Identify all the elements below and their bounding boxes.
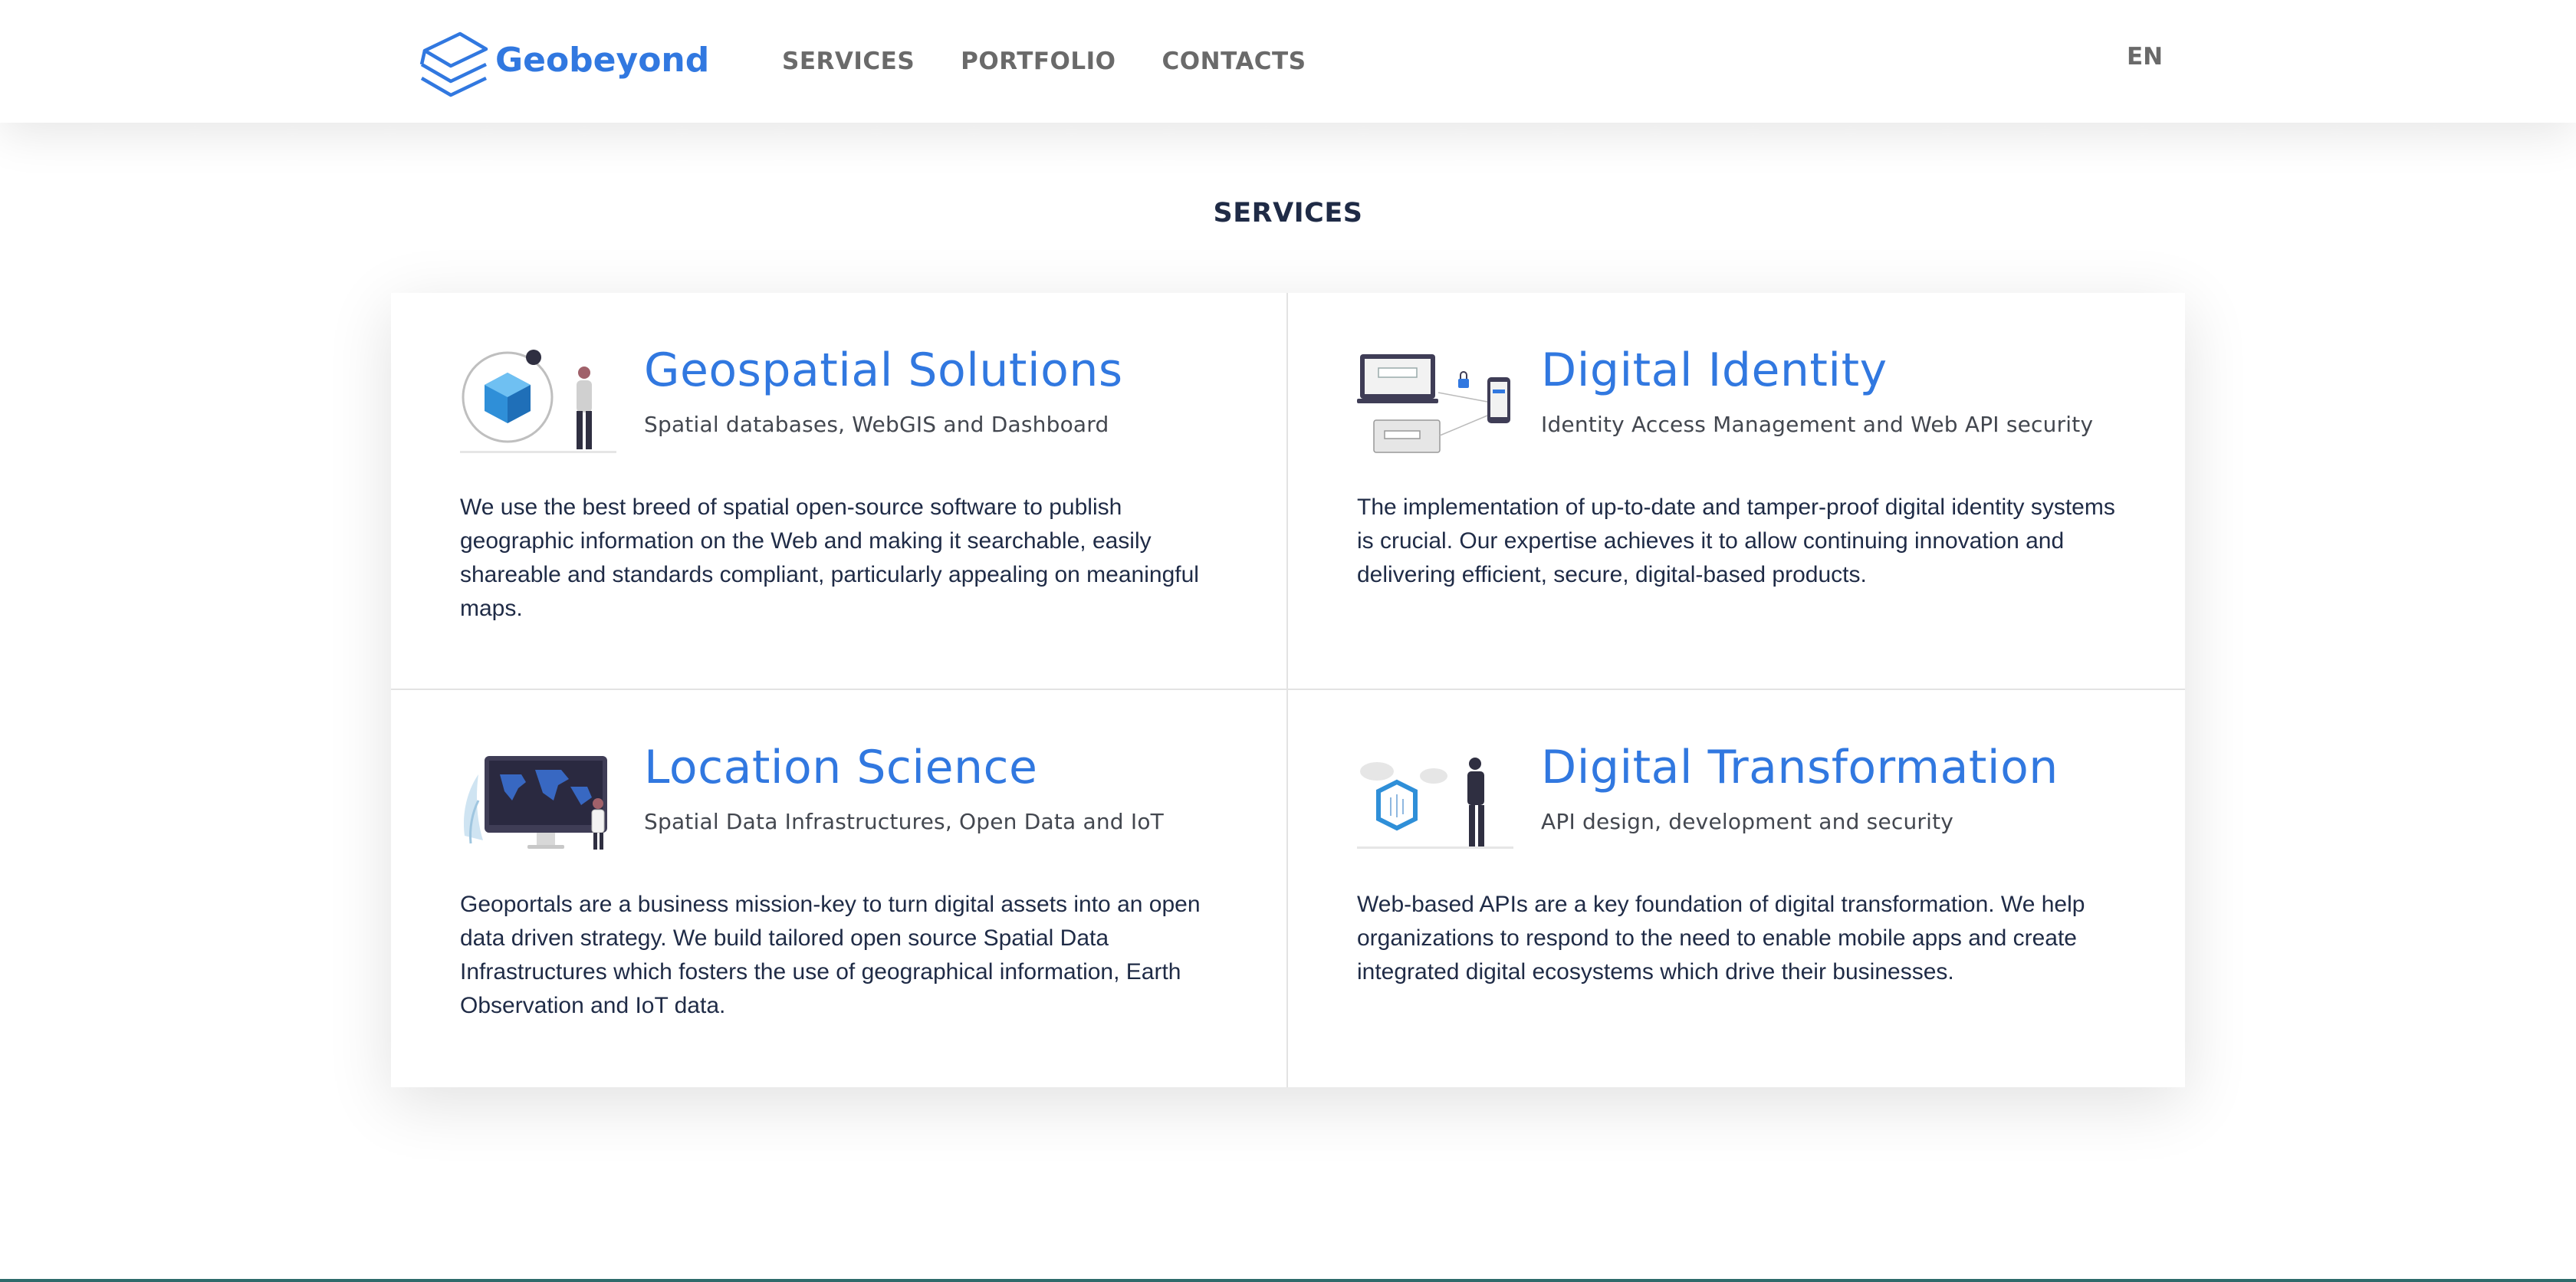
- location-illustration: [463, 756, 607, 850]
- brand-logo[interactable]: Geobeyond: [411, 20, 709, 100]
- nav-contacts[interactable]: CONTACTS: [1162, 48, 1306, 75]
- geospatial-illustration: [460, 350, 616, 453]
- footer-divider: [0, 1279, 2576, 1282]
- service-card-identity: Digital Identity Identity Access Managem…: [1288, 293, 2185, 690]
- brand-name: Geobeyond: [495, 40, 710, 80]
- card-title: Digital Identity: [1541, 344, 1888, 397]
- service-card-transformation: Digital Transformation API design, devel…: [1288, 690, 2185, 1087]
- card-description: The implementation of up-to-date and tam…: [1357, 495, 2115, 587]
- services-grid: Geospatial Solutions Spatial databases, …: [391, 293, 2185, 1087]
- card-description: Web-based APIs are a key foundation of d…: [1357, 892, 2085, 985]
- card-subtitle: Spatial Data Infrastructures, Open Data …: [644, 809, 1164, 834]
- card-subtitle: API design, development and security: [1541, 809, 1954, 834]
- main-nav: SERVICES PORTFOLIO CONTACTS: [782, 40, 1306, 83]
- service-card-geospatial: Geospatial Solutions Spatial databases, …: [391, 293, 1288, 690]
- service-card-location: Location Science Spatial Data Infrastruc…: [391, 690, 1288, 1087]
- nav-portfolio[interactable]: PORTFOLIO: [961, 48, 1116, 75]
- section-title: SERVICES: [1213, 198, 1363, 228]
- layers-logo-icon: [419, 31, 488, 97]
- transformation-illustration: [1357, 758, 1513, 849]
- nav-services[interactable]: SERVICES: [782, 48, 915, 75]
- card-subtitle: Identity Access Management and Web API s…: [1541, 412, 2094, 437]
- card-description: We use the best breed of spatial open-so…: [460, 495, 1199, 621]
- card-title: Location Science: [644, 741, 1038, 794]
- card-subtitle: Spatial databases, WebGIS and Dashboard: [644, 412, 1109, 437]
- card-title: Digital Transformation: [1541, 741, 2058, 794]
- language-selector[interactable]: EN: [2127, 43, 2163, 71]
- identity-illustration: [1357, 354, 1510, 453]
- card-description: Geoportals are a business mission-key to…: [460, 892, 1201, 1018]
- card-title: Geospatial Solutions: [644, 344, 1123, 397]
- site-header: Geobeyond SERVICES PORTFOLIO CONTACTS EN: [0, 0, 2576, 123]
